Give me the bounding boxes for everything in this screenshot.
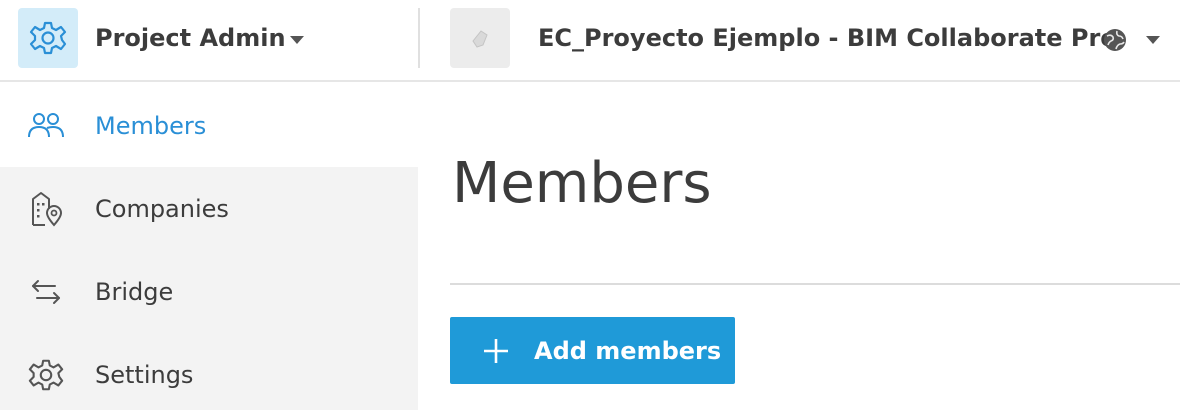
chevron-down-icon[interactable] [1146,36,1160,44]
project-placeholder-icon [472,30,488,48]
sidebar-item-bridge[interactable]: Bridge [0,250,418,333]
project-switcher[interactable]: EC_Proyecto Ejemplo - BIM Collaborate Pr… [538,22,1117,54]
plus-icon [484,339,508,363]
sidebar-item-members[interactable]: Members [0,84,418,167]
content-divider [450,283,1180,285]
page-title: Members [452,151,712,216]
project-thumbnail[interactable] [450,8,510,68]
sidebar-item-label: Companies [95,194,229,223]
people-icon [24,104,68,148]
sidebar-item-label: Settings [95,360,194,389]
sidebar: Members Companies Bridge Settings [0,84,418,410]
sidebar-item-label: Members [95,111,207,140]
chevron-down-icon[interactable] [290,36,304,44]
gear-icon [29,21,67,55]
globe-icon [1104,29,1126,51]
header-divider [418,8,420,68]
bridge-arrows-icon [24,270,68,314]
module-gear-icon[interactable] [18,8,78,68]
sidebar-item-companies[interactable]: Companies [0,167,418,250]
company-building-icon [24,187,68,231]
module-switcher[interactable]: Project Admin [95,22,286,54]
sidebar-item-label: Bridge [95,277,174,306]
add-members-label: Add members [534,336,722,365]
sidebar-item-settings[interactable]: Settings [0,333,418,410]
gear-icon [24,353,68,397]
top-header: Project Admin EC_Proyecto Ejemplo - BIM … [0,0,1180,82]
add-members-button[interactable]: Add members [450,317,735,384]
